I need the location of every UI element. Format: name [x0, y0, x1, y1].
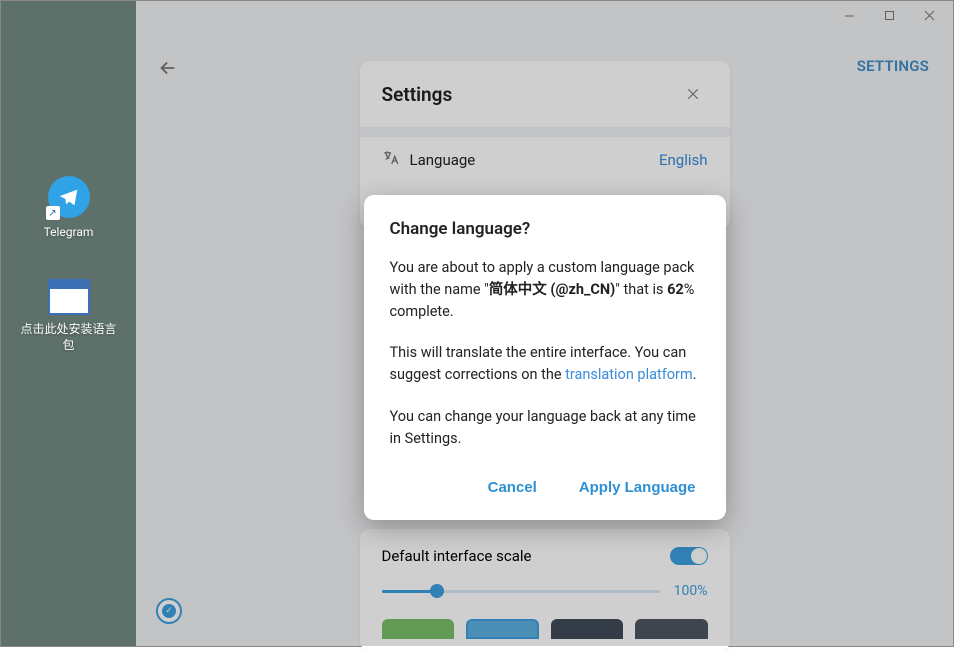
modal-title: Change language? — [390, 219, 700, 239]
telegram-icon: ↗ — [48, 176, 90, 218]
apply-language-button[interactable]: Apply Language — [575, 471, 700, 504]
file-icon — [48, 279, 90, 315]
cancel-button[interactable]: Cancel — [484, 471, 541, 504]
desktop-icon-telegram[interactable]: ↗ Telegram — [19, 176, 119, 240]
shortcut-arrow-icon: ↗ — [46, 206, 60, 220]
desktop-icon-label: Telegram — [19, 224, 119, 240]
desktop-icon-langpack[interactable]: 点击此处安装语言包 — [19, 279, 119, 353]
modal-actions: Cancel Apply Language — [390, 467, 700, 504]
modal-paragraph-3: You can change your language back at any… — [390, 406, 700, 450]
translation-platform-link[interactable]: translation platform — [565, 366, 693, 383]
app-window: SETTINGS Settings Language English Conne… — [136, 1, 953, 646]
modal-paragraph-2: This will translate the entire interface… — [390, 342, 700, 386]
desktop-icon-label: 点击此处安装语言包 — [19, 321, 119, 353]
modal-paragraph-1: You are about to apply a custom language… — [390, 257, 700, 322]
desktop-background: ↗ Telegram 点击此处安装语言包 — [1, 1, 136, 646]
change-language-modal: Change language? You are about to apply … — [364, 195, 726, 520]
